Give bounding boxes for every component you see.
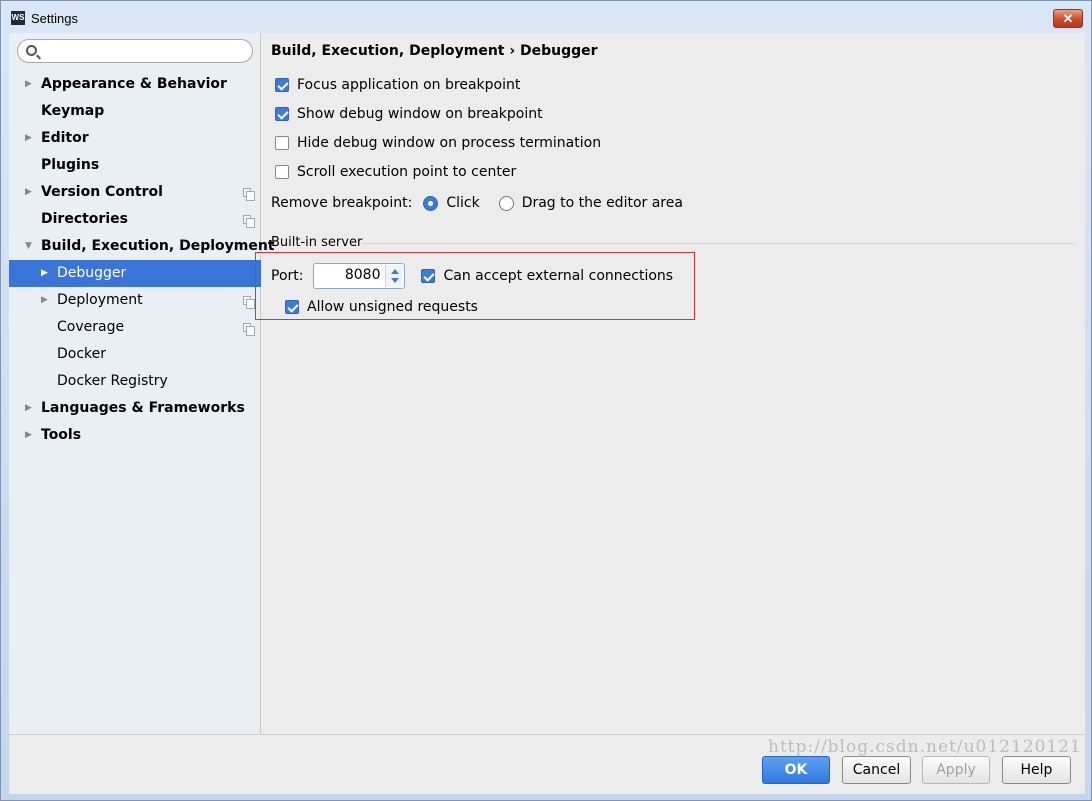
- option-scroll-execution-point[interactable]: Scroll execution point to center: [275, 161, 516, 183]
- sidebar-item-docker[interactable]: Docker: [9, 341, 261, 368]
- show-debug-window-label: Show debug window on breakpoint: [297, 106, 543, 122]
- sidebar-item-label: Plugins: [41, 157, 100, 173]
- sidebar-item-label: Tools: [41, 427, 82, 443]
- port-row: Port: 8080 Can accept external connectio…: [271, 263, 673, 289]
- title-bar: WS Settings ✕: [1, 1, 1091, 33]
- sidebar-item-label: Directories: [41, 211, 128, 227]
- sidebar-item-coverage[interactable]: Coverage: [9, 314, 261, 341]
- port-label: Port:: [271, 268, 304, 284]
- hide-debug-window-checkbox[interactable]: [275, 136, 289, 150]
- project-scope-icon: [243, 323, 255, 336]
- spinner-down-icon[interactable]: [391, 278, 400, 283]
- help-button[interactable]: Help: [1002, 756, 1071, 784]
- sidebar-item-label: Version Control: [41, 184, 163, 200]
- settings-sidebar: ▶ Appearance & Behavior Keymap ▶ Editor Plugi…: [9, 33, 275, 734]
- option-hide-debug-window[interactable]: Hide debug window on process termination: [275, 132, 601, 154]
- debugger-settings-panel: Build, Execution, Deployment › Debugger …: [255, 33, 1079, 734]
- sidebar-item-debugger[interactable]: ▶ Debugger: [9, 260, 261, 287]
- sidebar-item-build-execution-deployment[interactable]: ▼ Build, Execution, Deployment: [9, 233, 275, 260]
- scroll-execution-point-checkbox[interactable]: [275, 165, 289, 179]
- drag-to-editor-radio[interactable]: [498, 195, 514, 211]
- sidebar-item-label: Editor: [41, 130, 89, 146]
- focus-application-checkbox[interactable]: [275, 78, 289, 92]
- settings-search-box[interactable]: [17, 39, 253, 63]
- project-scope-icon: [243, 188, 255, 201]
- collapsed-arrow-icon[interactable]: ▶: [25, 395, 35, 422]
- sidebar-item-languages-frameworks[interactable]: ▶ Languages & Frameworks: [9, 395, 261, 422]
- drag-to-editor-label[interactable]: Drag to the editor area: [522, 195, 683, 211]
- collapsed-arrow-icon[interactable]: ▶: [25, 422, 35, 449]
- section-divider: [363, 243, 1075, 244]
- unsigned-requests-checkbox[interactable]: [285, 300, 299, 314]
- apply-button[interactable]: Apply: [922, 756, 990, 784]
- sidebar-item-tools[interactable]: ▶ Tools: [9, 422, 261, 449]
- collapsed-arrow-icon[interactable]: ▶: [41, 260, 51, 287]
- project-scope-icon: [243, 215, 255, 228]
- focus-application-label: Focus application on breakpoint: [297, 77, 521, 93]
- close-window-button[interactable]: ✕: [1053, 9, 1083, 28]
- sidebar-item-deployment[interactable]: ▶ Deployment: [9, 287, 261, 314]
- option-focus-application[interactable]: Focus application on breakpoint: [275, 74, 520, 96]
- option-show-debug-window[interactable]: Show debug window on breakpoint: [275, 103, 543, 125]
- sidebar-item-keymap[interactable]: Keymap: [9, 98, 261, 125]
- sidebar-item-label: Deployment: [57, 292, 143, 308]
- settings-client-area: ▶ Appearance & Behavior Keymap ▶ Editor Plugi…: [9, 33, 1085, 794]
- settings-window: WS Settings ✕ ▶ Appearance & Behavior Keym…: [0, 0, 1092, 801]
- sidebar-item-plugins[interactable]: Plugins: [9, 152, 261, 179]
- show-debug-window-checkbox[interactable]: [275, 107, 289, 121]
- search-icon: [26, 45, 37, 56]
- settings-tree: ▶ Appearance & Behavior Keymap ▶ Editor Plugi…: [9, 71, 275, 449]
- sidebar-item-label: Coverage: [57, 319, 125, 335]
- window-title: Settings: [31, 11, 78, 26]
- sidebar-item-label: Keymap: [41, 103, 105, 119]
- hide-debug-window-label: Hide debug window on process termination: [297, 135, 602, 151]
- collapsed-arrow-icon[interactable]: ▶: [41, 287, 51, 314]
- spinner-up-icon[interactable]: [391, 269, 400, 274]
- external-connections-checkbox[interactable]: [421, 269, 436, 283]
- page-title-breadcrumb: Build, Execution, Deployment › Debugger: [271, 43, 598, 59]
- port-spinner-arrows[interactable]: [385, 265, 404, 287]
- sidebar-item-label: Appearance & Behavior: [41, 76, 227, 92]
- unsigned-requests-label: Allow unsigned requests: [307, 299, 478, 315]
- remove-breakpoint-row: Remove breakpoint: Click Drag to the edi…: [271, 192, 683, 214]
- external-connections-label[interactable]: Can accept external connections: [443, 268, 673, 284]
- sidebar-item-appearance-behavior[interactable]: ▶ Appearance & Behavior: [9, 71, 261, 98]
- sidebar-item-label: Docker: [57, 346, 107, 362]
- scroll-execution-point-label: Scroll execution point to center: [297, 164, 517, 180]
- collapsed-arrow-icon[interactable]: ▶: [25, 71, 35, 98]
- cancel-button[interactable]: Cancel: [842, 756, 911, 784]
- collapsed-arrow-icon[interactable]: ▶: [25, 125, 35, 152]
- sidebar-item-label: Languages & Frameworks: [41, 400, 245, 416]
- sidebar-item-label: Docker Registry: [57, 373, 168, 389]
- ok-button[interactable]: OK: [762, 756, 830, 784]
- remove-on-click-radio[interactable]: [423, 195, 439, 211]
- sidebar-item-version-control[interactable]: ▶ Version Control: [9, 179, 261, 206]
- settings-search-input[interactable]: [44, 42, 244, 60]
- sidebar-item-editor[interactable]: ▶ Editor: [9, 125, 261, 152]
- collapsed-arrow-icon[interactable]: ▶: [25, 179, 35, 206]
- sidebar-item-label: Build, Execution, Deployment: [41, 238, 275, 254]
- webstorm-app-icon: WS: [11, 11, 25, 25]
- port-value: 8080: [344, 267, 381, 283]
- option-unsigned-requests[interactable]: Allow unsigned requests: [285, 296, 478, 318]
- project-scope-icon: [243, 296, 255, 309]
- expanded-arrow-icon[interactable]: ▼: [25, 233, 35, 260]
- watermark-text: http://blog.csdn.net/u012120121: [768, 737, 1082, 757]
- port-spinner-input[interactable]: 8080: [313, 263, 406, 289]
- remove-on-click-label[interactable]: Click: [446, 195, 479, 211]
- builtin-server-section-title: Built-in server: [271, 235, 363, 250]
- sidebar-item-directories[interactable]: Directories: [9, 206, 261, 233]
- sidebar-item-label: Debugger: [57, 265, 127, 281]
- sidebar-item-docker-registry[interactable]: Docker Registry: [9, 368, 261, 395]
- remove-breakpoint-label: Remove breakpoint:: [271, 195, 413, 211]
